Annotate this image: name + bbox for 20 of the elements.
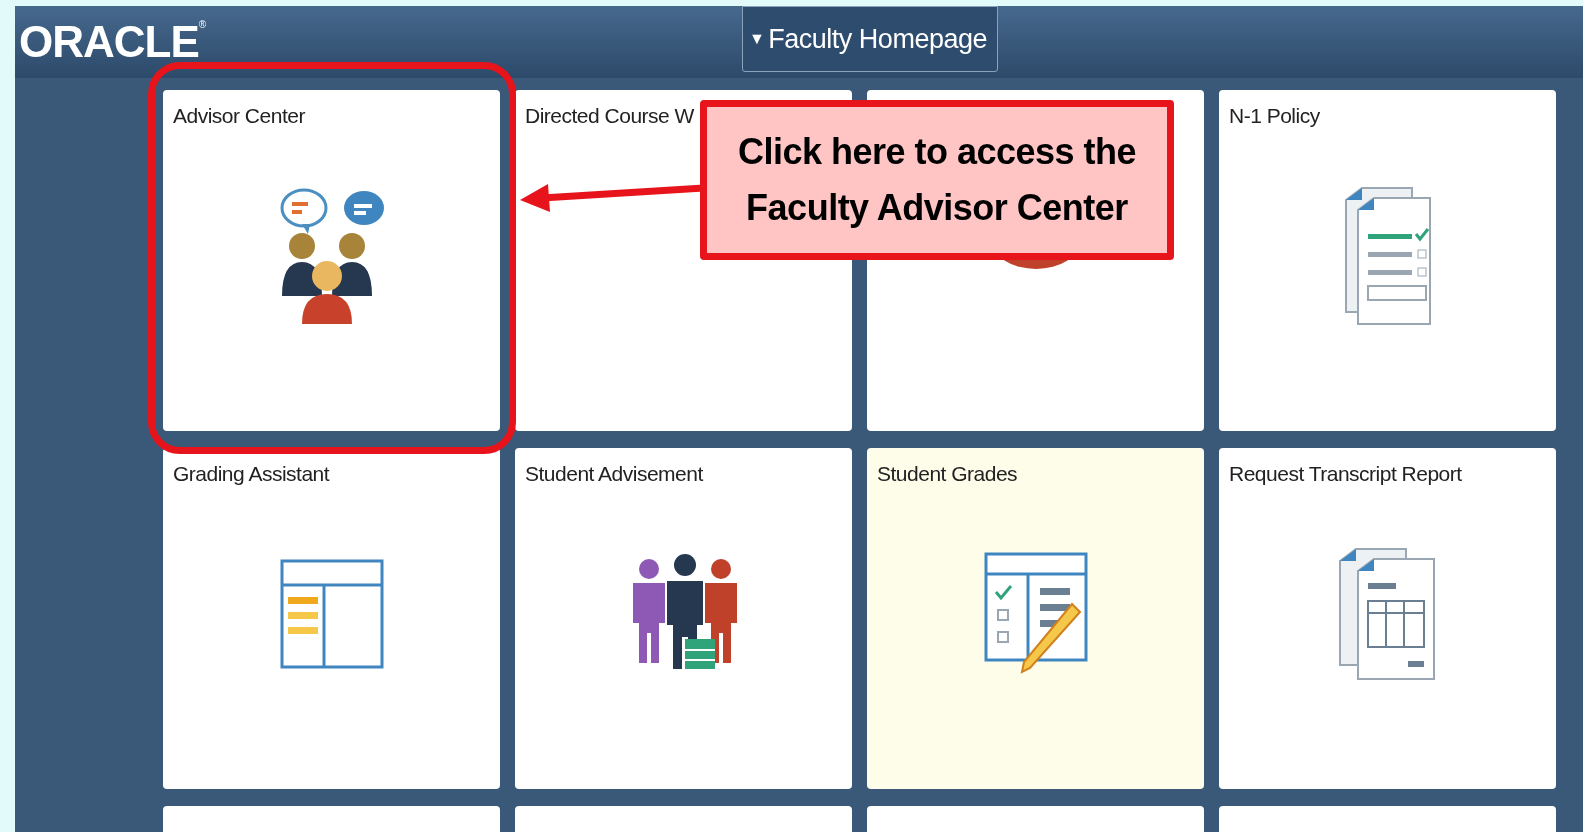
app-tile[interactable]: Grading Assistant [163, 448, 500, 789]
page-menu-button[interactable]: ▼Faculty Homepage [742, 6, 998, 72]
app-tile[interactable]: Request Transcript Report [1219, 448, 1556, 789]
tile-title: Student Advisement [525, 461, 704, 487]
layout-panel-icon [279, 559, 384, 670]
tile-title: Student Grades [877, 461, 1019, 487]
callout-tooltip: Click here to access the Faculty Advisor Center [700, 100, 1174, 260]
oracle-logo: ORACLE [19, 20, 199, 64]
app-tile[interactable]: Advisor Center [163, 90, 500, 431]
tile-title: Advisor Center [173, 103, 306, 129]
tile-title: Directed Course W [525, 103, 695, 129]
tile-title: Grading Assistant [173, 461, 331, 487]
app-tile[interactable]: N-1 Policy [1219, 90, 1556, 431]
tile-title: N-1 Policy [1229, 103, 1321, 129]
people-chat-icon [279, 186, 384, 327]
app-tile[interactable]: Student Advisement [515, 448, 852, 789]
tile-title: Request Transcript Report [1229, 461, 1463, 487]
registered-mark: ® [198, 20, 207, 30]
documents-table-icon [1337, 547, 1438, 682]
app-tile[interactable]: Student Grades [867, 448, 1204, 789]
